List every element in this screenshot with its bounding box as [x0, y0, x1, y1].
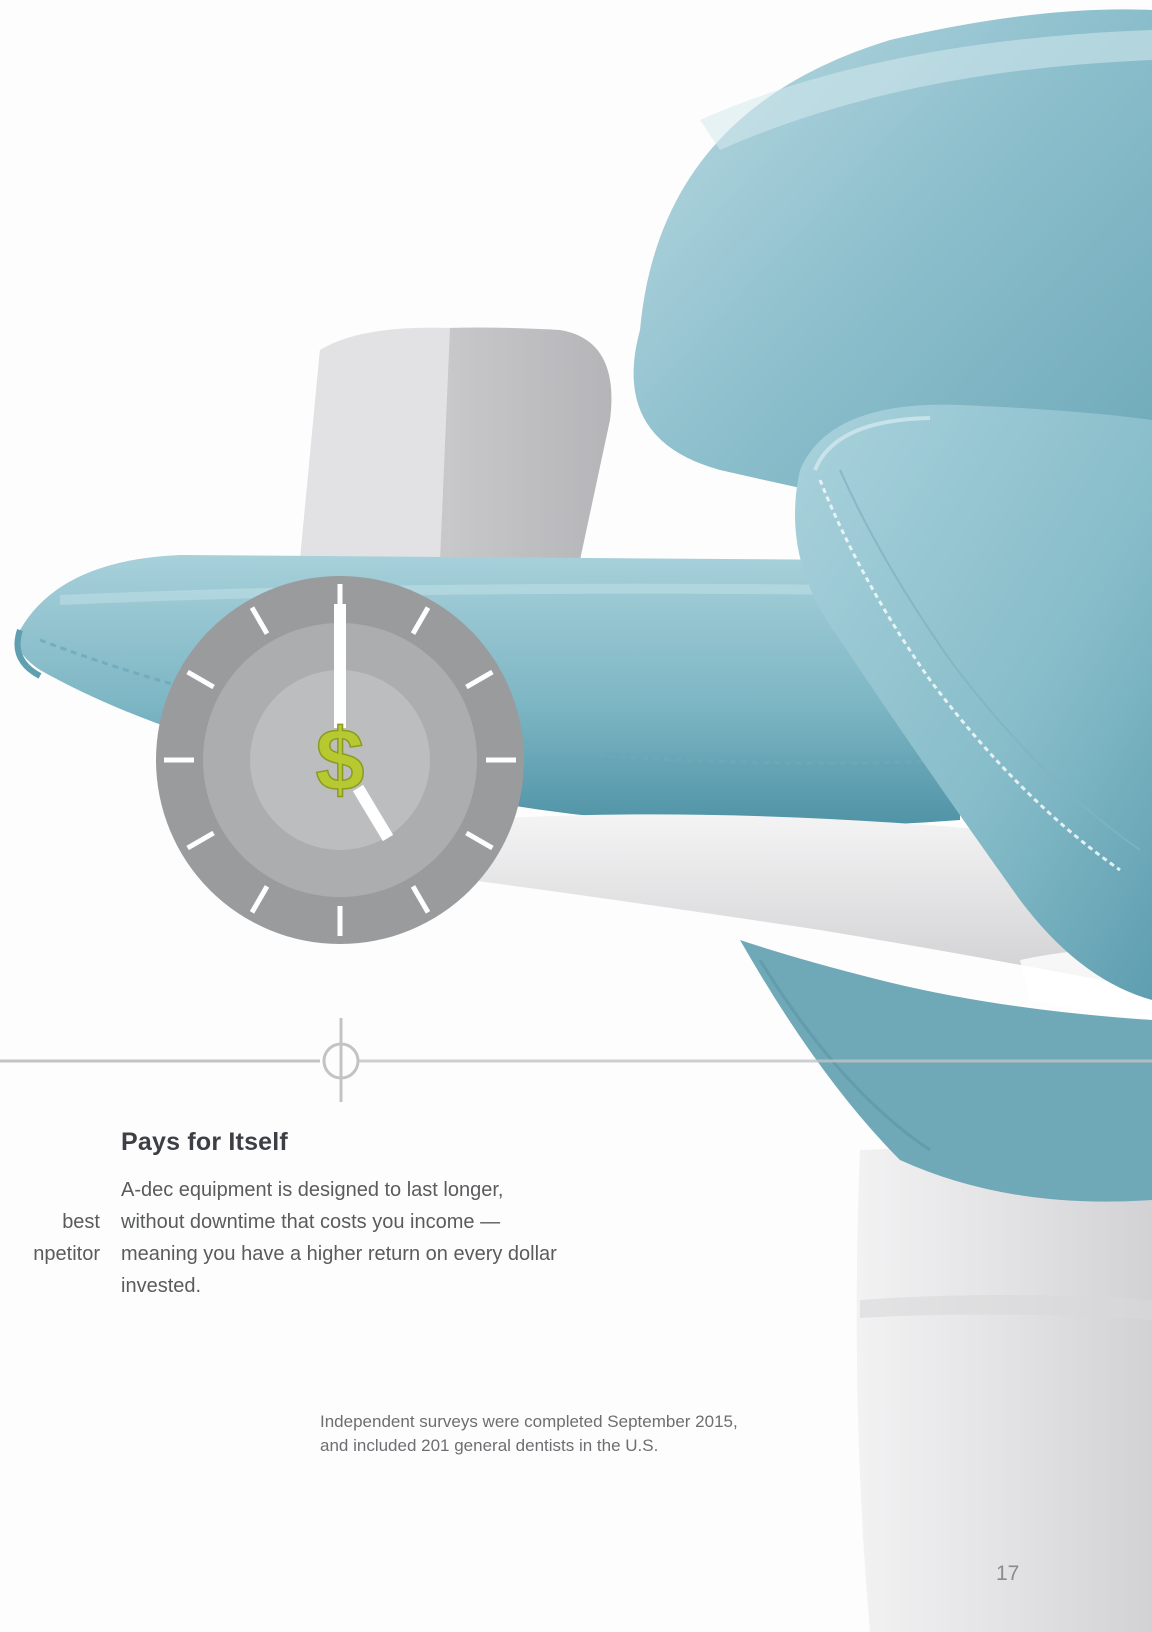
- clock-dollar-icon: $: [156, 576, 524, 944]
- clipped-column-text: best npetitor: [0, 1206, 100, 1270]
- section-body: A-dec equipment is designed to last long…: [121, 1179, 557, 1297]
- clipped-line-1: best: [62, 1211, 100, 1233]
- footnote-line-2: and included 201 general dentists in the…: [320, 1436, 659, 1455]
- dollar-sign: $: [316, 710, 365, 809]
- clipped-line-2: npetitor: [33, 1243, 100, 1265]
- footnote-line-1: Independent surveys were completed Septe…: [320, 1412, 738, 1431]
- page-number: 17: [996, 1562, 1020, 1585]
- section-divider: [0, 1018, 1152, 1102]
- footnote: Independent surveys were completed Septe…: [320, 1410, 840, 1458]
- section-heading: Pays for Itself: [121, 1128, 288, 1156]
- brochure-page: $ best npetitor Pays for Itself A-dec eq…: [0, 0, 1152, 1632]
